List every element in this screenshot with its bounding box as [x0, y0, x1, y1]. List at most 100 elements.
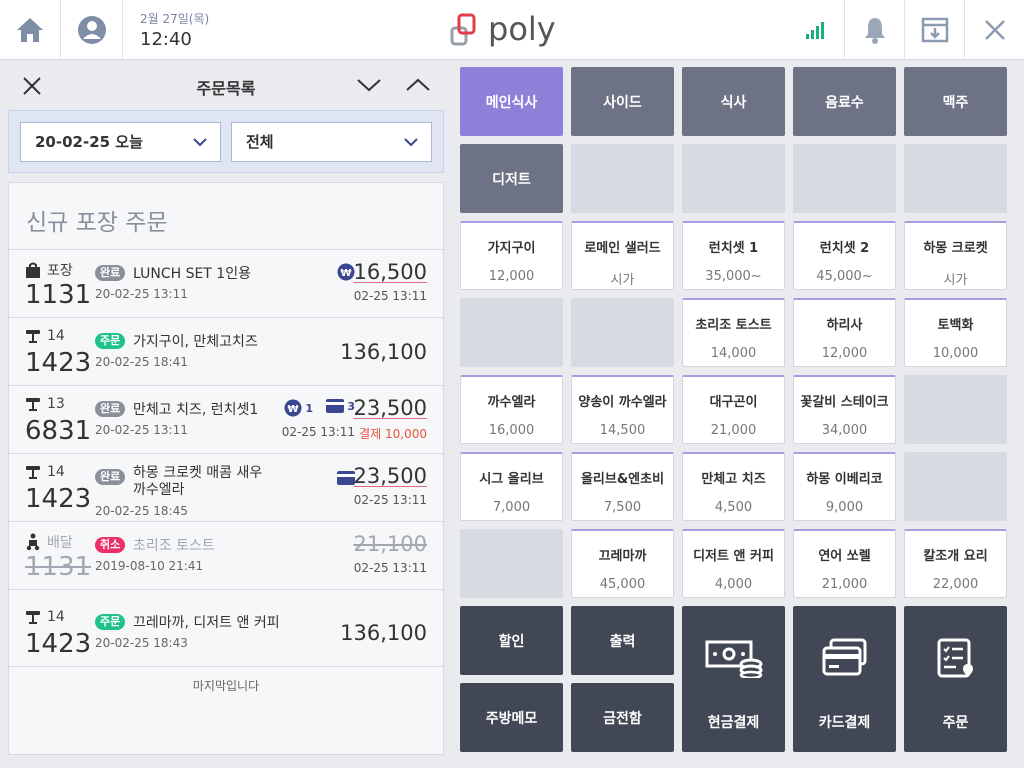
cash-pay-label: 현금결제 — [707, 715, 760, 731]
menu-item[interactable]: 초리조 토스트 14,000 — [682, 298, 785, 367]
menu-item[interactable]: 가지구이 12,000 — [460, 221, 563, 290]
order-number: 1131 — [25, 280, 92, 310]
order-date: 20-02-25 13:11 — [95, 287, 188, 301]
card-pay-indicator: 3 — [326, 399, 355, 413]
order-row[interactable]: 14 1423 완료 하몽 크로켓 매콤 새우 까수엘라 20-02-25 18… — [9, 454, 443, 522]
home-button[interactable] — [0, 0, 61, 60]
date-filter-value: 20-02-25 오늘 — [35, 133, 143, 151]
status-badge: 완료 — [95, 469, 126, 485]
bag-icon — [26, 262, 40, 278]
order-number: 1423 — [25, 484, 92, 514]
order-list-panel: 주문목록 20-02-25 오늘 전체 신규 포장 주문 포장 1131 완료 … — [0, 61, 452, 768]
menu-item[interactable]: 칼조개 요리 22,000 — [904, 529, 1007, 598]
cash-count: 1 — [305, 401, 313, 415]
menu-item[interactable]: 연어 쏘렐 21,000 — [793, 529, 896, 598]
notifications-button[interactable] — [844, 0, 904, 60]
status-badge: 취소 — [95, 537, 126, 553]
poly-logo: poly — [450, 10, 570, 50]
end-of-list-message: 마지막입니다 — [192, 679, 260, 693]
order-pay-time: 02-25 13:11 — [281, 425, 355, 439]
menu-item[interactable]: 꽃갈비 스테이크 34,000 — [793, 375, 896, 444]
menu-item[interactable]: 토백화 10,000 — [904, 298, 1007, 367]
window-button[interactable] — [904, 0, 964, 60]
delivery-icon — [26, 533, 40, 551]
order-label: 주문 — [942, 715, 969, 731]
discount-button[interactable]: 할인 — [460, 606, 563, 675]
signal-icon — [805, 22, 824, 39]
bell-icon — [864, 18, 885, 44]
category-dessert[interactable]: 디저트 — [460, 144, 563, 213]
chevron-up-icon[interactable] — [405, 77, 431, 93]
cash-icon — [705, 640, 762, 678]
table-icon — [26, 466, 40, 479]
empty-slot — [793, 144, 896, 213]
order-amount: 16,500 — [353, 260, 427, 284]
profile-button[interactable] — [61, 0, 123, 60]
order-row[interactable]: 포장 1131 완료 LUNCH SET 1인용 20-02-25 13:11 … — [9, 250, 443, 318]
card-pay-button[interactable]: 카드결제 — [793, 606, 896, 752]
type-filter-select[interactable]: 전체 — [231, 122, 432, 162]
order-pay-time: 02-25 13:11 — [353, 493, 427, 507]
card-icon — [326, 399, 345, 413]
order-number: 6831 — [25, 416, 92, 446]
menu-item[interactable]: 하몽 이베리코 9,000 — [793, 452, 896, 521]
order-button[interactable]: 주문 — [904, 606, 1007, 752]
cash-pay-indicator: ₩ 1 — [284, 399, 313, 417]
category-meal[interactable]: 식사 — [682, 67, 785, 136]
order-type: 포장 — [25, 260, 73, 280]
order-date: 20-02-25 18:45 — [95, 504, 188, 518]
empty-slot — [682, 144, 785, 213]
cash-drawer-button[interactable]: 금전함 — [571, 683, 674, 752]
svg-text:₩: ₩ — [340, 268, 351, 279]
date-filter-select[interactable]: 20-02-25 오늘 — [20, 122, 221, 162]
signal-status — [784, 0, 845, 60]
chevron-down-icon[interactable] — [356, 77, 382, 93]
order-row[interactable]: 13 6831 완료 만체고 치즈, 런치셋1 20-02-25 13:11 ₩… — [9, 386, 443, 454]
order-type: 배달 — [25, 532, 73, 552]
order-row[interactable]: 배달 1131 취소 초리조 토스트 2019-08-10 21:41 21,1… — [9, 522, 443, 590]
menu-item[interactable]: 대구곤이 21,000 — [682, 375, 785, 444]
menu-item[interactable]: 런치셋 2 45,000~ — [793, 221, 896, 290]
menu-item[interactable]: 하몽 크로켓 시가 — [904, 221, 1007, 290]
user-icon — [77, 16, 106, 44]
order-amount: 136,100 — [340, 340, 427, 364]
menu-item[interactable]: 끄레마까 45,000 — [571, 529, 674, 598]
order-date: 20-02-25 13:11 — [95, 423, 188, 437]
empty-slot — [904, 452, 1007, 521]
category-beer[interactable]: 맥주 — [904, 67, 1007, 136]
close-app-button[interactable] — [964, 0, 1024, 60]
order-list-title: 주문목록 — [196, 79, 256, 98]
order-row[interactable]: 14 1423 주문 끄레마까, 디저트 앤 커피 20-02-25 18:43… — [9, 599, 443, 667]
order-date: 20-02-25 18:43 — [95, 636, 188, 650]
menu-item[interactable]: 시그 올리브 7,000 — [460, 452, 563, 521]
table-icon — [26, 398, 40, 411]
menu-item[interactable]: 양송이 까수엘라 14,500 — [571, 375, 674, 444]
cash-pay-button[interactable]: 현금결제 — [682, 606, 785, 752]
order-title: 초리조 토스트 — [133, 538, 215, 554]
print-button[interactable]: 출력 — [571, 606, 674, 675]
menu-item[interactable]: 하리사 12,000 — [793, 298, 896, 367]
status-badge: 완료 — [95, 401, 126, 417]
kitchen-memo-button[interactable]: 주방메모 — [460, 683, 563, 752]
cash-pay-indicator: ₩ — [337, 263, 355, 281]
category-main[interactable]: 메인식사 — [460, 67, 563, 136]
order-number: 1131 — [25, 552, 92, 582]
menu-item[interactable]: 로메인 샐러드 시가 — [571, 221, 674, 290]
menu-item[interactable]: 런치셋 1 35,000~ — [682, 221, 785, 290]
menu-item[interactable]: 까수엘라 16,000 — [460, 375, 563, 444]
menu-item[interactable]: 디저트 앤 커피 4,000 — [682, 529, 785, 598]
order-date: 2019-08-10 21:41 — [95, 559, 204, 573]
order-checklist-icon — [937, 638, 973, 678]
category-side[interactable]: 사이드 — [571, 67, 674, 136]
won-icon: ₩ — [337, 263, 355, 281]
table-icon — [26, 330, 40, 343]
menu-panel: 메인식사 사이드 식사 음료수 맥주 디저트 가지구이 12,000 로메인 샐러… — [452, 61, 1024, 768]
credit-card-icon — [822, 638, 866, 676]
order-row[interactable]: 14 1423 주문 가지구이, 만체고치즈 20-02-25 18:41 13… — [9, 318, 443, 386]
order-amount: 23,500 — [353, 396, 427, 420]
svg-text:₩: ₩ — [288, 404, 299, 415]
menu-item[interactable]: 올리브&엔초비 7,500 — [571, 452, 674, 521]
category-drink[interactable]: 음료수 — [793, 67, 896, 136]
menu-item[interactable]: 만체고 치즈 4,500 — [682, 452, 785, 521]
order-date: 20-02-25 18:41 — [95, 355, 188, 369]
